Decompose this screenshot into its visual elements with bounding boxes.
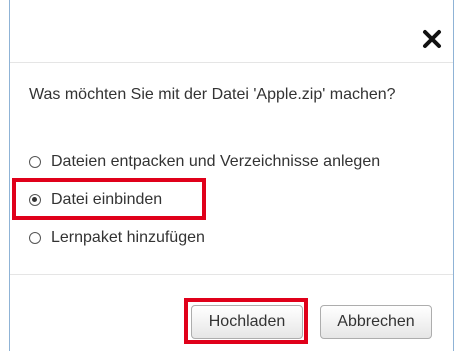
dialog-body: Was möchten Sie mit der Datei 'Apple.zip… (10, 63, 453, 275)
option-extract[interactable]: Dateien entpacken und Verzeichnisse anle… (29, 151, 380, 173)
dialog-footer: Hochladen Abbrechen (10, 275, 453, 351)
radio-extract[interactable] (29, 156, 41, 168)
upload-dialog: Was möchten Sie mit der Datei 'Apple.zip… (9, 0, 454, 351)
dialog-question: Was möchten Sie mit der Datei 'Apple.zip… (29, 86, 396, 103)
highlight-box-option (12, 178, 206, 220)
dialog-header (10, 0, 453, 63)
option-extract-label: Dateien entpacken und Verzeichnisse anle… (51, 153, 381, 170)
cancel-button[interactable]: Abbrechen (320, 305, 432, 339)
radio-learning-package[interactable] (29, 232, 41, 244)
highlight-box-upload (184, 298, 308, 344)
option-learning-package-label: Lernpaket hinzufügen (51, 229, 205, 246)
close-icon[interactable] (421, 28, 443, 50)
option-learning-package[interactable]: Lernpaket hinzufügen (29, 227, 205, 249)
